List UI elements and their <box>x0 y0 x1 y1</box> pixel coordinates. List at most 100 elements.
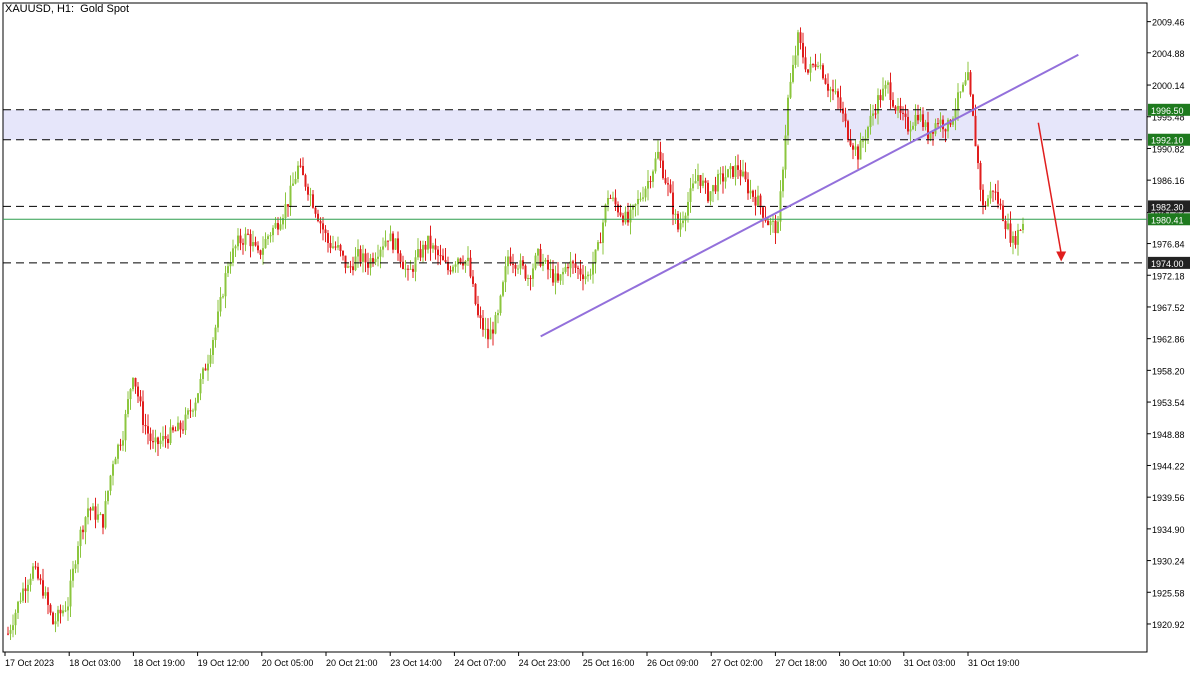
level-label: 1992.10 <box>1151 136 1184 146</box>
candle-body <box>49 604 52 613</box>
candle-body <box>789 81 792 98</box>
candle-body <box>627 211 629 223</box>
candle-body <box>192 410 194 412</box>
candle-body <box>782 169 784 192</box>
candle-body <box>252 242 254 247</box>
y-tick-label: 1920.92 <box>1152 620 1185 630</box>
candle-body <box>137 386 139 397</box>
candle-body <box>152 441 154 443</box>
candle-body <box>157 437 159 445</box>
candle-body <box>1004 221 1007 230</box>
candle-body <box>524 265 527 279</box>
candle-body <box>162 435 164 441</box>
candle-body <box>309 194 312 196</box>
candle-body <box>182 429 184 431</box>
candle-body <box>89 508 92 511</box>
candle-body <box>7 633 9 635</box>
candle-body <box>774 220 777 234</box>
candle-body <box>897 105 899 111</box>
candle-body <box>344 255 347 268</box>
candle-body <box>212 340 214 355</box>
candle-body <box>27 584 29 592</box>
candle-body <box>167 438 169 444</box>
candle-body <box>449 270 452 272</box>
candle-body <box>244 233 247 245</box>
candle-body <box>134 377 137 387</box>
candle-body <box>487 328 489 340</box>
candle-body <box>97 514 99 520</box>
candle-body <box>707 182 709 202</box>
candle-body <box>844 113 847 122</box>
candle-body <box>469 257 472 277</box>
candle-body <box>184 414 187 431</box>
candle-body <box>629 209 632 223</box>
candle-body <box>1017 229 1019 245</box>
candle-body <box>194 402 197 411</box>
candle-body <box>822 65 824 79</box>
chart-svg[interactable]: 2009.462004.882000.141995.481990.821986.… <box>0 0 1200 675</box>
candle-body <box>69 580 72 607</box>
candle-body <box>82 529 84 533</box>
candle-body <box>724 177 727 182</box>
candle-body <box>459 258 462 263</box>
candle-body <box>714 185 717 192</box>
candle-body <box>592 263 594 275</box>
candle-body <box>402 261 404 269</box>
candle-body <box>359 249 362 262</box>
candle-body <box>362 253 364 262</box>
candle-body <box>504 266 507 283</box>
candle-body <box>962 84 964 92</box>
candle-body <box>869 115 872 128</box>
candle-body <box>959 91 962 93</box>
candle-body <box>264 239 267 249</box>
candle-body <box>1002 205 1004 222</box>
candle-body <box>339 245 342 251</box>
candle-body <box>757 195 759 206</box>
candle-body <box>704 180 707 183</box>
candle-body <box>914 114 917 126</box>
candle-body <box>349 266 352 268</box>
candle-body <box>559 274 562 281</box>
candle-body <box>239 235 242 244</box>
candle-body <box>812 64 814 66</box>
candle-body <box>189 410 192 412</box>
candle-body <box>589 274 592 276</box>
candle-body <box>827 83 829 91</box>
candle-body <box>557 273 559 281</box>
candle-body <box>479 315 482 319</box>
candle-body <box>769 221 772 226</box>
candle-body <box>489 329 492 340</box>
x-tick-label: 25 Oct 16:00 <box>583 658 635 668</box>
x-tick-label: 17 Oct 2023 <box>5 658 54 668</box>
candle-body <box>892 100 894 107</box>
y-tick-label: 2004.88 <box>1152 49 1185 59</box>
candle-body <box>619 212 622 216</box>
candle-body <box>177 422 179 431</box>
candle-body <box>654 158 657 172</box>
candle-body <box>1014 236 1017 245</box>
candle-body <box>427 235 429 250</box>
candle-body <box>534 255 537 269</box>
candle-body <box>439 255 442 257</box>
candle-body <box>587 274 589 277</box>
candle-body <box>247 233 249 235</box>
x-tick-label: 19 Oct 12:00 <box>198 658 250 668</box>
y-tick-label: 1986.16 <box>1152 176 1185 186</box>
candle-body <box>237 235 239 247</box>
candle-body <box>544 259 547 262</box>
candle-body <box>127 399 129 415</box>
candle-body <box>32 566 34 579</box>
candle-body <box>734 165 737 177</box>
candle-body <box>742 171 744 177</box>
candle-body <box>124 414 127 441</box>
level-label: 1980.41 <box>1151 215 1184 225</box>
candle-body <box>747 179 749 194</box>
candle-body <box>652 171 654 182</box>
candle-body <box>609 197 612 199</box>
candle-body <box>484 328 487 330</box>
candle-body <box>409 268 412 270</box>
candle-body <box>434 245 437 250</box>
candle-body <box>794 55 797 65</box>
candle-body <box>42 580 44 596</box>
candle-body <box>887 82 889 85</box>
